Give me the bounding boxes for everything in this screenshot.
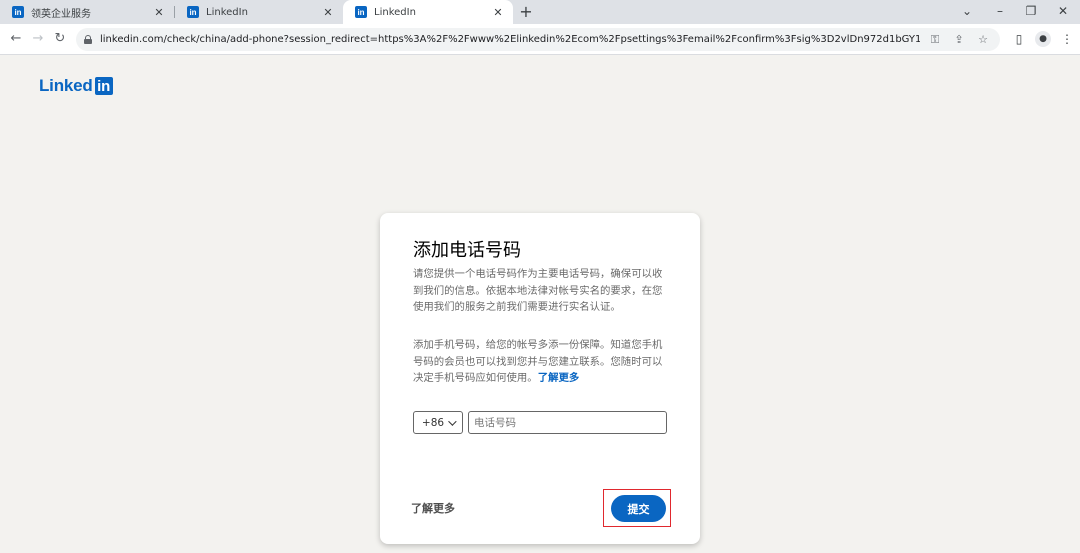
menu-kebab-icon[interactable]: ⋮	[1057, 29, 1077, 49]
logo-in-badge-icon: in	[94, 77, 113, 95]
phone-number-input[interactable]	[468, 411, 667, 434]
add-phone-card: 添加电话号码 请您提供一个电话号码作为主要电话号码，确保可以收到我们的信息。依据…	[380, 213, 700, 544]
side-panel-icon[interactable]: ▯	[1009, 29, 1029, 49]
forward-arrow-icon[interactable]: →	[28, 29, 48, 49]
restore-icon[interactable]: ❐	[1016, 0, 1046, 24]
tab-close-icon[interactable]: ✕	[321, 6, 335, 19]
linkedin-favicon-icon: in	[12, 6, 24, 18]
learn-more-inline-link[interactable]: 了解更多	[538, 372, 580, 384]
minimize-icon[interactable]: –	[985, 0, 1015, 24]
linkedin-favicon-icon: in	[187, 6, 199, 18]
country-code-select[interactable]: +86	[413, 411, 463, 434]
bookmark-star-icon[interactable]: ☆	[974, 33, 992, 46]
tab-close-icon[interactable]: ✕	[152, 6, 166, 19]
tab-close-icon[interactable]: ✕	[491, 6, 505, 19]
back-arrow-icon[interactable]: ←	[6, 29, 26, 49]
reload-icon[interactable]: ↻	[50, 29, 70, 49]
key-icon[interactable]: ⚿	[926, 33, 944, 47]
tab-linkedin-1[interactable]: in LinkedIn ✕	[175, 0, 343, 24]
tab-search-icon[interactable]: ⌄	[952, 0, 982, 24]
browser-toolbar: ← → ↻ linkedin.com/check/china/add-phone…	[0, 24, 1080, 55]
linkedin-favicon-icon: in	[355, 6, 367, 18]
tab-lingying-enterprise[interactable]: in 领英企业服务 ✕	[0, 0, 174, 24]
tab-title: LinkedIn	[374, 6, 416, 18]
logo-wordmark: Linked	[39, 76, 93, 95]
tab-title: LinkedIn	[206, 6, 248, 18]
linkedin-logo[interactable]: Linked in	[39, 76, 113, 96]
intro-paragraph: 请您提供一个电话号码作为主要电话号码，确保可以收到我们的信息。依据本地法律对帐号…	[413, 268, 663, 313]
security-paragraph: 添加手机号码，给您的帐号多添一份保障。知道您手机号码的会员也可以找到您并与您建立…	[413, 337, 671, 387]
tab-strip: in 领英企业服务 ✕ in LinkedIn ✕ in LinkedIn ✕ …	[0, 0, 1080, 24]
chevron-down-icon	[448, 416, 457, 426]
tab-title: 领英企业服务	[31, 8, 91, 20]
url-text[interactable]: linkedin.com/check/china/add-phone?sessi…	[100, 34, 920, 45]
page-title: 添加电话号码	[413, 240, 521, 261]
tab-linkedin-active[interactable]: in LinkedIn ✕	[343, 0, 513, 24]
profile-avatar-icon[interactable]: ●	[1035, 31, 1051, 47]
country-code-value: +86	[421, 416, 445, 429]
submit-button[interactable]: 提交	[611, 495, 666, 522]
address-bar[interactable]: linkedin.com/check/china/add-phone?sessi…	[76, 28, 1000, 51]
share-icon[interactable]: ⇪	[950, 33, 968, 46]
lock-icon[interactable]	[84, 35, 92, 44]
new-tab-button[interactable]: +	[516, 2, 536, 22]
window-close-icon[interactable]: ✕	[1048, 0, 1078, 24]
learn-more-link[interactable]: 了解更多	[411, 500, 455, 516]
